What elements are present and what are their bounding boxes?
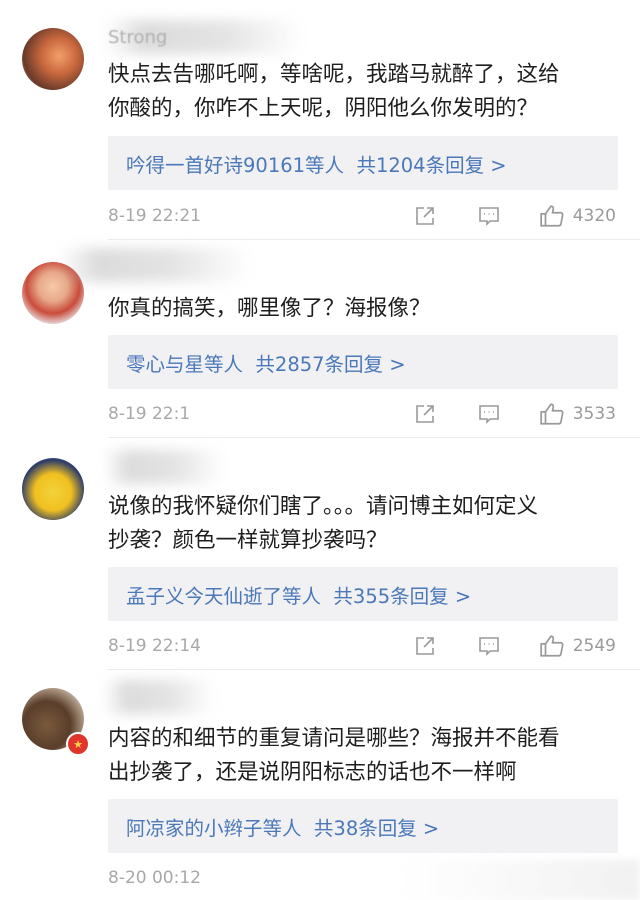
comment-text-line: 你酸的，你咋不上天呢，阴阳他么你发明的？ [108, 96, 539, 121]
like-count: 3533 [572, 404, 616, 424]
reply-users: 孟子义今天仙逝了等人 [126, 584, 322, 608]
comment-text-line: 说像的我怀疑你们瞎了。。。请问博主如何定义 [108, 494, 539, 519]
comment-text-line: 内容的和细节的重复请问是哪些？海报并不能看 [108, 726, 560, 751]
share-icon[interactable] [413, 204, 437, 228]
verified-badge-icon: ★ [66, 732, 90, 756]
comment-text: 你真的搞笑，哪里像了？海报像？ [108, 292, 612, 326]
share-icon[interactable] [413, 634, 437, 658]
comment-text: 说像的我怀疑你们瞎了。。。请问博主如何定义 抄袭？颜色一样就算抄袭吗？ [108, 490, 612, 558]
watermark [400, 860, 640, 900]
comment-icon[interactable] [477, 634, 501, 658]
comment-text-line: 你真的搞笑，哪里像了？海报像？ [108, 296, 431, 321]
comment-meta: 8-19 22:21 4320 [108, 201, 616, 231]
share-icon[interactable] [413, 402, 437, 426]
reply-summary[interactable]: 零心与星等人 共2857条回复 > [108, 335, 618, 389]
comment-time: 8-19 22:1 [108, 404, 191, 424]
comment-time: 8-19 22:14 [108, 636, 201, 656]
thumbs-up-icon [539, 401, 565, 427]
comment-meta: 8-19 22:1 3533 [108, 399, 616, 429]
comment-meta: 8-19 22:14 2549 [108, 631, 616, 661]
comment-text-line: 出抄袭了，还是说阴阳标志的话也不一样啊 [108, 760, 517, 785]
like-button[interactable]: 2549 [539, 633, 616, 659]
reply-summary[interactable]: 孟子义今天仙逝了等人 共355条回复 > [108, 567, 618, 621]
thumbs-up-icon [539, 633, 565, 659]
reply-users: 零心与星等人 [126, 352, 244, 376]
comment-item: Strong 快点去告哪吒啊，等啥呢，我踏马就醉了，这给 你酸的，你咋不上天呢，… [0, 0, 640, 240]
reply-summary[interactable]: 吟得一首好诗90161等人 共1204条回复 > [108, 136, 618, 190]
comment-icon[interactable] [477, 402, 501, 426]
comment-text-line: 快点去告哪吒啊，等啥呢，我踏马就醉了，这给 [108, 62, 560, 87]
like-button[interactable]: 3533 [539, 401, 616, 427]
avatar[interactable] [22, 458, 84, 520]
reply-summary[interactable]: 阿凉家的小辫子等人 共38条回复 > [108, 799, 618, 853]
comment-text: 快点去告哪吒啊，等啥呢，我踏马就醉了，这给 你酸的，你咋不上天呢，阴阳他么你发明… [108, 58, 612, 126]
comment-text: 内容的和细节的重复请问是哪些？海报并不能看 出抄袭了，还是说阴阳标志的话也不一样… [108, 722, 612, 790]
username[interactable]: Strong [108, 27, 167, 48]
comment-text-line: 抄袭？颜色一样就算抄袭吗？ [108, 528, 388, 553]
thumbs-up-icon [539, 203, 565, 229]
like-count: 4320 [572, 206, 616, 226]
comment-item: 说像的我怀疑你们瞎了。。。请问博主如何定义 抄袭？颜色一样就算抄袭吗？ 孟子义今… [0, 438, 640, 670]
reply-users: 阿凉家的小辫子等人 [126, 816, 302, 840]
comment-time: 8-19 22:21 [108, 206, 201, 226]
reply-count: 共2857条回复 > [255, 352, 406, 376]
reply-count: 共38条回复 > [313, 816, 440, 840]
like-button[interactable]: 4320 [539, 203, 616, 229]
reply-count: 共355条回复 > [333, 584, 472, 608]
avatar[interactable] [22, 28, 84, 90]
comment-icon[interactable] [477, 204, 501, 228]
comment-item: 你真的搞笑，哪里像了？海报像？ 零心与星等人 共2857条回复 > 8-19 2… [0, 240, 640, 438]
like-count: 2549 [572, 636, 616, 656]
reply-users: 吟得一首好诗90161等人 [126, 153, 345, 177]
reply-count: 共1204条回复 > [356, 153, 507, 177]
